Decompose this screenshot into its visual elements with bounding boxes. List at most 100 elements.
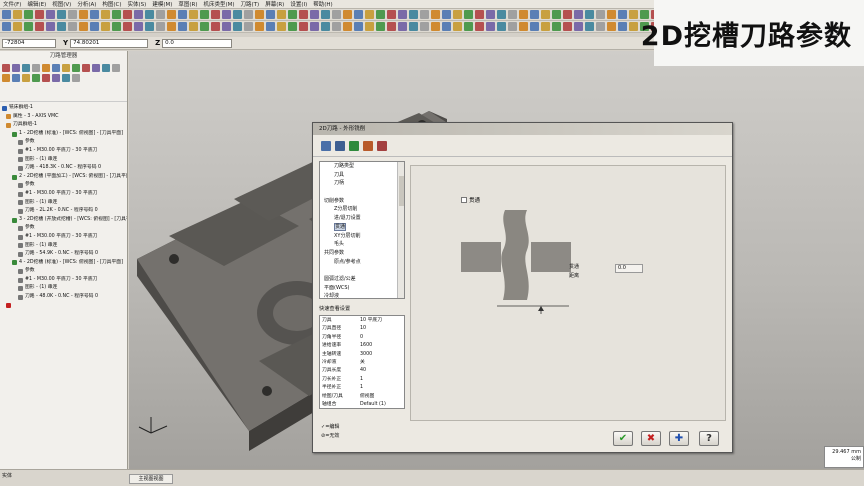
page-list-item[interactable]: 贯通 xyxy=(320,222,404,232)
page-list-item[interactable]: 平面(WCS) xyxy=(320,284,404,293)
toolbar-button-icon[interactable] xyxy=(200,10,209,19)
toolbar-button-icon[interactable] xyxy=(101,10,110,19)
tree-item[interactable]: 图形 - (1) 串连 xyxy=(0,156,127,165)
toolbar-button-icon[interactable] xyxy=(343,22,352,31)
menu-item[interactable]: 设置(I) xyxy=(290,0,307,8)
panel-toolbar-icon[interactable] xyxy=(72,64,80,72)
panel-toolbar-icon[interactable] xyxy=(62,64,70,72)
page-list-item[interactable]: 进/退刀设置 xyxy=(320,214,404,223)
page-list-item[interactable] xyxy=(320,266,404,275)
tree-item[interactable]: #1 - M30.00 平底刀 - 30 平底刀 xyxy=(0,233,127,242)
toolbar-button-icon[interactable] xyxy=(222,10,231,19)
menu-item[interactable]: 文件(F) xyxy=(3,0,21,8)
page-list-item[interactable]: 毛头 xyxy=(320,240,404,249)
toolbar-button-icon[interactable] xyxy=(563,10,572,19)
toolbar-button-icon[interactable] xyxy=(2,10,11,19)
toolbar-button-icon[interactable] xyxy=(200,22,209,31)
toolbar-button-icon[interactable] xyxy=(123,10,132,19)
tree-item[interactable]: 铣床群组-1 xyxy=(0,104,127,113)
toolbar-button-icon[interactable] xyxy=(46,22,55,31)
panel-toolbar-icon[interactable] xyxy=(72,74,80,82)
menu-item[interactable]: 实体(S) xyxy=(128,0,147,8)
toolbar-button-icon[interactable] xyxy=(431,22,440,31)
save-icon[interactable] xyxy=(321,140,331,151)
options-icon[interactable] xyxy=(377,140,387,151)
toolbar-button-icon[interactable] xyxy=(442,10,451,19)
toolbar-button-icon[interactable] xyxy=(57,22,66,31)
toolbar-button-icon[interactable] xyxy=(156,22,165,31)
toolbar-button-icon[interactable] xyxy=(24,22,33,31)
breakthrough-option[interactable]: 贯通 xyxy=(461,196,480,204)
tree-item[interactable]: #1 - M30.00 平底刀 - 30 平底刀 xyxy=(0,276,127,285)
panel-toolbar-icon[interactable] xyxy=(12,74,20,82)
page-list-item[interactable]: 刀具 xyxy=(320,171,404,180)
menu-item[interactable]: 屏幕(R) xyxy=(265,0,284,8)
panel-toolbar-icon[interactable] xyxy=(62,74,70,82)
toolbar-button-icon[interactable] xyxy=(530,10,539,19)
toolbar-button-icon[interactable] xyxy=(486,22,495,31)
toolbar-button-icon[interactable] xyxy=(35,22,44,31)
toolbar-button-icon[interactable] xyxy=(145,10,154,19)
menu-item[interactable]: 建模(M) xyxy=(152,0,172,8)
page-list-scrollbar[interactable] xyxy=(397,162,404,298)
panel-toolbar-icon[interactable] xyxy=(112,64,120,72)
toolbar-button-icon[interactable] xyxy=(167,22,176,31)
toolbar-button-icon[interactable] xyxy=(376,10,385,19)
panel-toolbar-icon[interactable] xyxy=(52,64,60,72)
tree-item[interactable]: 刀路 - 2L.2K - 0.NC - 程序号码 0 xyxy=(0,207,127,216)
panel-toolbar-icon[interactable] xyxy=(42,74,50,82)
panel-toolbar-icon[interactable] xyxy=(32,64,40,72)
tree-item[interactable]: 刀具群组-1 xyxy=(0,121,127,130)
tree-item[interactable]: 刀路 - 54.9K - 0.NC - 程序号码 0 xyxy=(0,250,127,259)
toolbar-button-icon[interactable] xyxy=(453,22,462,31)
toolbar-button-icon[interactable] xyxy=(222,22,231,31)
tree-item[interactable]: #1 - M30.00 平底刀 - 30 平底刀 xyxy=(0,190,127,199)
toolbar-button-icon[interactable] xyxy=(530,22,539,31)
toolbar-button-icon[interactable] xyxy=(398,22,407,31)
breakthrough-distance-field[interactable]: 0.0 xyxy=(615,264,643,273)
toolbar-button-icon[interactable] xyxy=(365,22,374,31)
toolbar-button-icon[interactable] xyxy=(376,22,385,31)
cancel-button[interactable]: ✖ xyxy=(641,431,661,446)
toolbar-button-icon[interactable] xyxy=(563,22,572,31)
menu-item[interactable]: 视图(V) xyxy=(52,0,71,8)
panel-toolbar-icon[interactable] xyxy=(2,74,10,82)
toolbar-button-icon[interactable] xyxy=(497,22,506,31)
toolbar-button-icon[interactable] xyxy=(156,10,165,19)
toolbar-button-icon[interactable] xyxy=(68,10,77,19)
toolbar-button-icon[interactable] xyxy=(387,10,396,19)
toolbar-button-icon[interactable] xyxy=(57,10,66,19)
toolbar-button-icon[interactable] xyxy=(574,22,583,31)
panel-toolbar-icon[interactable] xyxy=(52,74,60,82)
page-list-item[interactable]: XY分层切削 xyxy=(320,232,404,241)
toolbar-button-icon[interactable] xyxy=(508,10,517,19)
save-as-icon[interactable] xyxy=(335,140,345,151)
menu-item[interactable]: 帮助(H) xyxy=(313,0,332,8)
tree-item[interactable]: 参数 xyxy=(0,138,127,147)
toolbar-button-icon[interactable] xyxy=(24,10,33,19)
tool-icon[interactable] xyxy=(363,140,373,151)
toolbar-button-icon[interactable] xyxy=(332,22,341,31)
toolbar-button-icon[interactable] xyxy=(134,10,143,19)
toolbar-button-icon[interactable] xyxy=(310,10,319,19)
toolbar-button-icon[interactable] xyxy=(211,10,220,19)
toolbar-button-icon[interactable] xyxy=(90,10,99,19)
tree-item[interactable]: 2 - 2D挖槽 (平面加工) - [WCS: 俯视图] - [刀具平面] xyxy=(0,173,127,182)
toolbar-button-icon[interactable] xyxy=(233,22,242,31)
toolbar-button-icon[interactable] xyxy=(398,10,407,19)
toolbar-button-icon[interactable] xyxy=(255,22,264,31)
toolbar-button-icon[interactable] xyxy=(244,22,253,31)
toolbar-button-icon[interactable] xyxy=(288,10,297,19)
y-coordinate-field[interactable]: 74.80201 xyxy=(70,38,149,48)
toolbar-button-icon[interactable] xyxy=(310,22,319,31)
help-button[interactable]: ? xyxy=(699,431,719,446)
toolbar-button-icon[interactable] xyxy=(420,22,429,31)
toolbar-button-icon[interactable] xyxy=(178,22,187,31)
toolbar-button-icon[interactable] xyxy=(299,10,308,19)
toolbar-button-icon[interactable] xyxy=(288,22,297,31)
page-list-item[interactable]: Z分层切削 xyxy=(320,205,404,214)
toolbar-button-icon[interactable] xyxy=(552,10,561,19)
page-list-item[interactable]: 切削参数 xyxy=(320,197,404,206)
toolbar-button-icon[interactable] xyxy=(387,22,396,31)
page-list-item[interactable]: 圆弧过滤/公差 xyxy=(320,275,404,284)
